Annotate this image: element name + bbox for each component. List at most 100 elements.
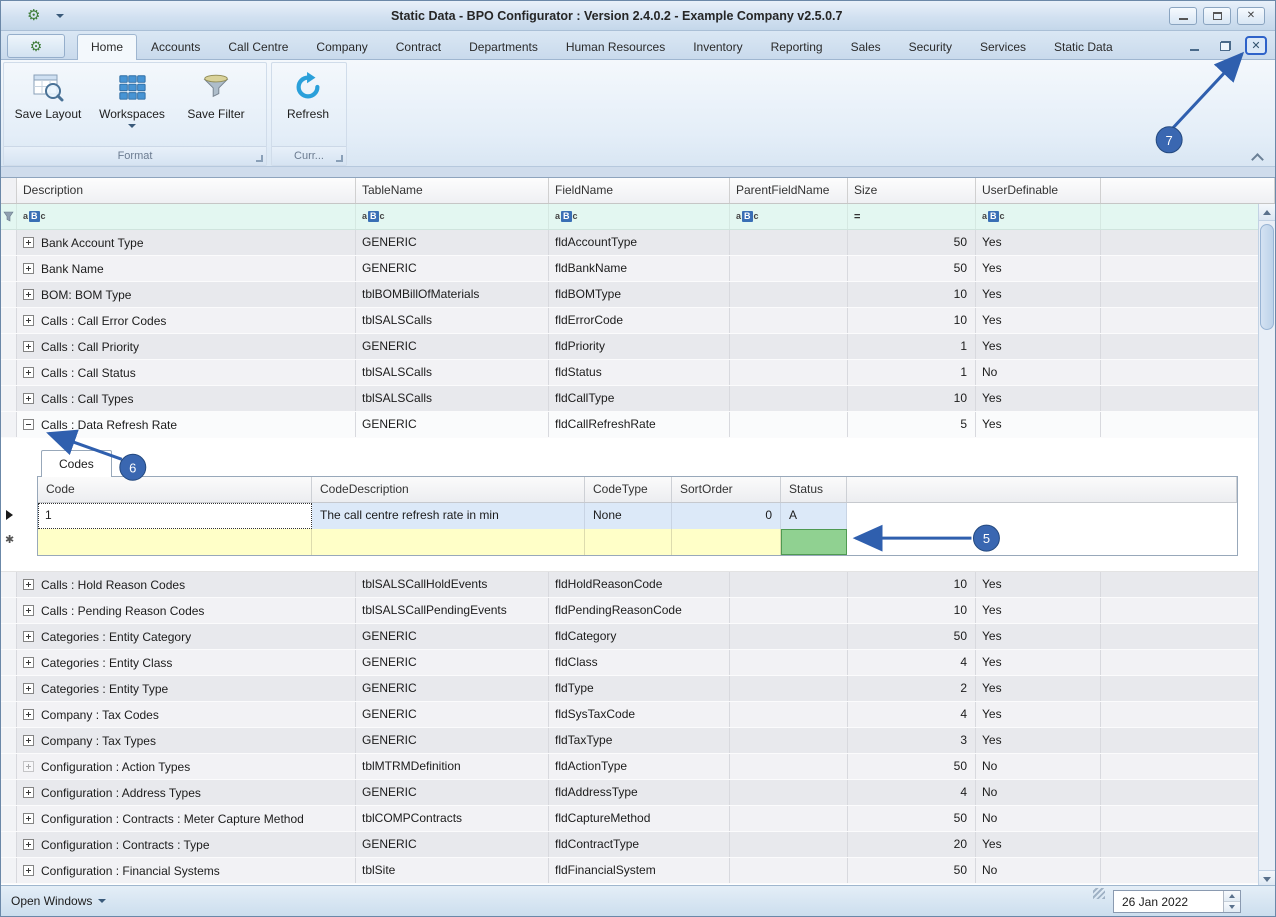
- column-header-userdefinable[interactable]: UserDefinable: [976, 178, 1101, 203]
- ribbon-tab-inventory[interactable]: Inventory: [679, 34, 756, 59]
- table-row[interactable]: Bank Account Type GENERIC fldAccountType 50…: [1, 230, 1275, 256]
- mdi-close-button[interactable]: ✕: [1245, 36, 1267, 55]
- resize-grip[interactable]: [1093, 888, 1105, 899]
- subgrid-cell-sortorder[interactable]: 0: [672, 503, 781, 529]
- ribbon-tab-accounts[interactable]: Accounts: [137, 34, 214, 59]
- expand-row-icon[interactable]: [23, 237, 34, 248]
- table-row[interactable]: Calls : Call Types tblSALSCalls fldCallTyp…: [1, 386, 1275, 412]
- table-row[interactable]: Categories : Entity Class GENERIC fldClass…: [1, 650, 1275, 676]
- table-row[interactable]: Calls : Call Status tblSALSCalls fldStatus…: [1, 360, 1275, 386]
- new-row-status-cell[interactable]: [781, 529, 847, 555]
- application-menu-button[interactable]: ⚙: [7, 34, 65, 58]
- date-spin-up-button[interactable]: [1224, 891, 1240, 901]
- subgrid-column-sortorder[interactable]: SortOrder: [672, 477, 781, 502]
- mdi-minimize-button[interactable]: [1183, 36, 1205, 55]
- table-row[interactable]: Calls : Hold Reason Codes tblSALSCallHold…: [1, 572, 1275, 598]
- column-header-fieldname[interactable]: FieldName: [549, 178, 730, 203]
- column-header-parentfieldname[interactable]: ParentFieldName: [730, 178, 848, 203]
- ribbon-tab-reporting[interactable]: Reporting: [757, 34, 837, 59]
- subgrid-column-codedescription[interactable]: CodeDescription: [312, 477, 585, 502]
- expand-row-icon[interactable]: [23, 263, 34, 274]
- subgrid-cell-code[interactable]: 1: [38, 503, 312, 529]
- subgrid-row[interactable]: 1 The call centre refresh rate in min None…: [38, 503, 1237, 529]
- table-row[interactable]: Calls : Call Error Codes tblSALSCalls fldE…: [1, 308, 1275, 334]
- dialog-launcher-icon[interactable]: [336, 155, 343, 162]
- subgrid-new-row[interactable]: [38, 529, 1237, 555]
- table-row[interactable]: Bank Name GENERIC fldBankName 50 Yes: [1, 256, 1275, 282]
- scroll-up-button[interactable]: [1259, 204, 1275, 221]
- expand-row-icon[interactable]: [23, 813, 34, 824]
- ribbon-tab-security[interactable]: Security: [895, 34, 966, 59]
- dialog-launcher-icon[interactable]: [256, 155, 263, 162]
- table-row[interactable]: Calls : Pending Reason Codes tblSALSCallP…: [1, 598, 1275, 624]
- table-row[interactable]: Categories : Entity Type GENERIC fldType 2 Y…: [1, 676, 1275, 702]
- expand-row-icon[interactable]: [23, 865, 34, 876]
- table-row[interactable]: Calls : Call Priority GENERIC fldPriority 1…: [1, 334, 1275, 360]
- expand-row-icon[interactable]: [23, 839, 34, 850]
- expand-row-icon[interactable]: [23, 341, 34, 352]
- expand-row-icon[interactable]: [23, 735, 34, 746]
- ribbon-tab-call-centre[interactable]: Call Centre: [214, 34, 302, 59]
- ribbon-tab-services[interactable]: Services: [966, 34, 1040, 59]
- save-layout-button[interactable]: Save Layout: [6, 65, 90, 146]
- mdi-restore-button[interactable]: [1214, 36, 1236, 55]
- ribbon-tab-departments[interactable]: Departments: [455, 34, 552, 59]
- expand-row-icon[interactable]: [23, 761, 34, 772]
- expand-row-icon[interactable]: [23, 709, 34, 720]
- subgrid-column-codetype[interactable]: CodeType: [585, 477, 672, 502]
- expand-row-icon[interactable]: [23, 657, 34, 668]
- new-row-code-cell[interactable]: [38, 529, 312, 555]
- table-row[interactable]: Configuration : Financial Systems tblSite…: [1, 858, 1275, 884]
- vertical-scrollbar[interactable]: [1258, 204, 1275, 887]
- new-row-codetype-cell[interactable]: [585, 529, 672, 555]
- subgrid-column-code[interactable]: Code: [38, 477, 312, 502]
- expand-row-icon[interactable]: [23, 289, 34, 300]
- filter-cell-parentfieldname[interactable]: aBc: [730, 204, 848, 229]
- quick-access-chevron-down-icon[interactable]: [56, 13, 65, 18]
- close-button[interactable]: ✕: [1237, 6, 1265, 25]
- table-row[interactable]: Calls : Data Refresh Rate GENERIC fldCallR…: [1, 412, 1275, 438]
- subgrid-cell-codedescription[interactable]: The call centre refresh rate in min: [312, 503, 585, 529]
- expand-row-icon[interactable]: [23, 605, 34, 616]
- table-row[interactable]: Configuration : Action Types tblMTRMDefin…: [1, 754, 1275, 780]
- ribbon-tab-human-resources[interactable]: Human Resources: [552, 34, 679, 59]
- minimize-button[interactable]: [1169, 6, 1197, 25]
- date-editor[interactable]: 26 Jan 2022: [1113, 890, 1241, 913]
- table-row[interactable]: BOM: BOM Type tblBOMBillOfMaterials fldBOM…: [1, 282, 1275, 308]
- subgrid-cell-status[interactable]: A: [781, 503, 847, 529]
- column-header-size[interactable]: Size: [848, 178, 976, 203]
- expand-row-icon[interactable]: [23, 315, 34, 326]
- filter-cell-userdefinable[interactable]: aBc: [976, 204, 1101, 229]
- refresh-button[interactable]: Refresh: [274, 65, 342, 146]
- table-row[interactable]: Company : Tax Types GENERIC fldTaxType 3 Yes: [1, 728, 1275, 754]
- collapse-row-icon[interactable]: [23, 419, 34, 430]
- maximize-button[interactable]: [1203, 6, 1231, 25]
- expand-row-icon[interactable]: [23, 579, 34, 590]
- ribbon-tab-sales[interactable]: Sales: [837, 34, 895, 59]
- workspaces-button[interactable]: Workspaces: [90, 65, 174, 146]
- column-header-description[interactable]: Description: [17, 178, 356, 203]
- table-row[interactable]: Categories : Entity Category GENERIC fldCa…: [1, 624, 1275, 650]
- scrollbar-thumb[interactable]: [1260, 224, 1274, 330]
- table-row[interactable]: Configuration : Address Types GENERIC fldA…: [1, 780, 1275, 806]
- new-row-sortorder-cell[interactable]: [672, 529, 781, 555]
- expand-row-icon[interactable]: [23, 683, 34, 694]
- table-row[interactable]: Company : Tax Codes GENERIC fldSysTaxCode 4…: [1, 702, 1275, 728]
- expand-row-icon[interactable]: [23, 367, 34, 378]
- ribbon-tab-company[interactable]: Company: [302, 34, 381, 59]
- open-windows-button[interactable]: Open Windows: [11, 894, 107, 908]
- ribbon-tab-home[interactable]: Home: [77, 34, 138, 60]
- tab-codes[interactable]: Codes: [41, 450, 112, 477]
- ribbon-tab-contract[interactable]: Contract: [382, 34, 455, 59]
- subgrid-column-status[interactable]: Status: [781, 477, 847, 502]
- new-row-codedescription-cell[interactable]: [312, 529, 585, 555]
- column-header-tablename[interactable]: TableName: [356, 178, 549, 203]
- ribbon-tab-static-data[interactable]: Static Data: [1040, 34, 1127, 59]
- expand-row-icon[interactable]: [23, 631, 34, 642]
- date-spin-down-button[interactable]: [1224, 901, 1240, 912]
- expand-row-icon[interactable]: [23, 787, 34, 798]
- subgrid-cell-codetype[interactable]: None: [585, 503, 672, 529]
- expand-row-icon[interactable]: [23, 393, 34, 404]
- filter-cell-fieldname[interactable]: aBc: [549, 204, 730, 229]
- save-filter-button[interactable]: Save Filter: [174, 65, 258, 146]
